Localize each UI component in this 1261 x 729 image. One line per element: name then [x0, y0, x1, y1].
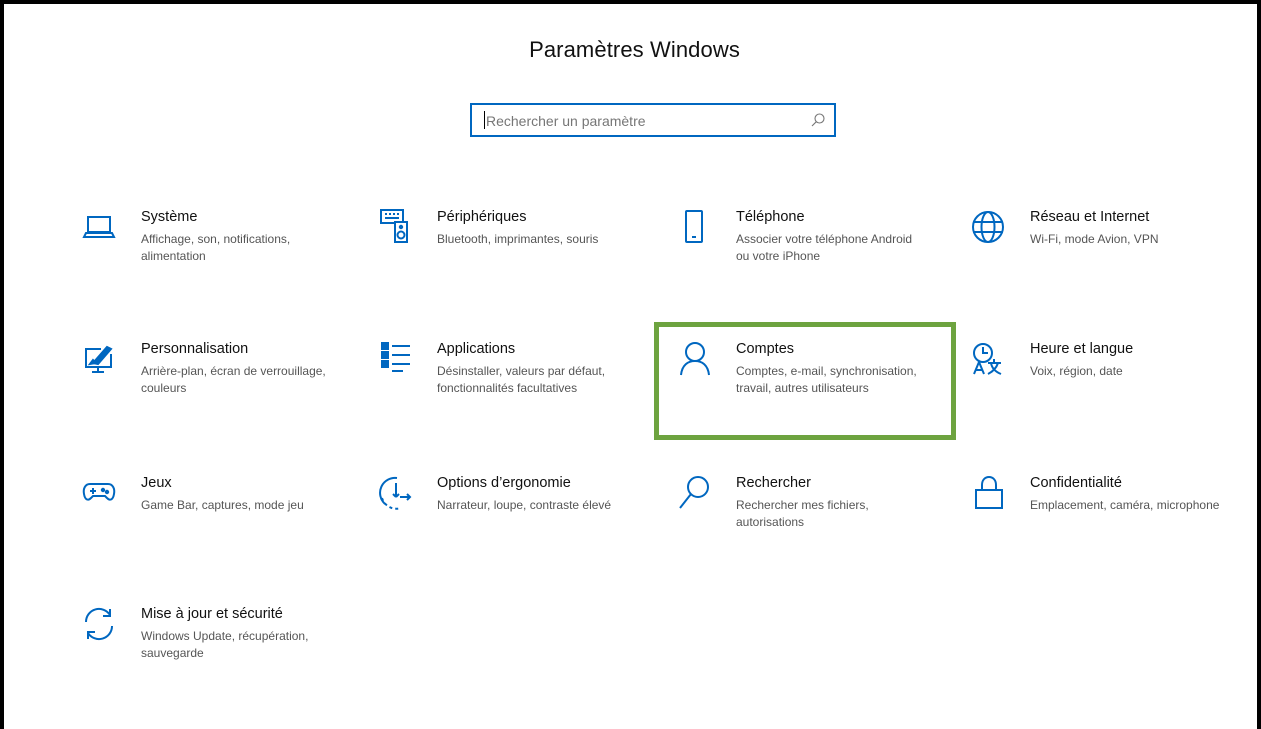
category-description: Narrateur, loupe, contraste élevé	[437, 498, 612, 512]
category-name: Rechercher	[736, 475, 811, 491]
search-placeholder: Rechercher un paramètre	[486, 113, 646, 129]
category-name: Système	[141, 209, 198, 225]
category-name: Téléphone	[736, 209, 805, 225]
ease-of-access-icon	[377, 475, 413, 511]
category-name: Heure et langue	[1030, 341, 1134, 357]
search-icon	[676, 475, 712, 511]
category-name: Personnalisation	[141, 341, 249, 357]
phone-icon	[676, 209, 712, 245]
page-title: Paramètres Windows	[529, 37, 740, 62]
gamepad-icon	[81, 475, 117, 511]
apps-list-icon	[377, 341, 413, 377]
laptop-icon	[81, 209, 117, 245]
keyboard-speaker-icon	[377, 209, 413, 245]
category-name: Applications	[437, 341, 516, 357]
text-caret	[484, 111, 485, 129]
category-name: Périphériques	[437, 209, 527, 225]
category-description: Emplacement, caméra, microphone	[1030, 498, 1220, 512]
category-description: Désinstaller, valeurs par défaut, foncti…	[437, 364, 606, 395]
category-name: Confidentialité	[1030, 475, 1122, 491]
category-name: Réseau et Internet	[1030, 209, 1150, 225]
search-icon[interactable]	[810, 112, 826, 128]
time-language-icon	[970, 341, 1006, 377]
category-description: Game Bar, captures, mode jeu	[141, 498, 304, 512]
lock-icon	[970, 475, 1006, 511]
category-description: Rechercher mes fichiers, autorisations	[736, 498, 869, 529]
category-description: Arrière-plan, écran de verrouillage, cou…	[141, 364, 326, 395]
category-description: Affichage, son, notifications, alimentat…	[141, 232, 291, 263]
paint-monitor-icon	[81, 341, 117, 377]
category-description: Voix, région, date	[1030, 364, 1123, 378]
update-sync-icon	[81, 606, 117, 642]
selection-highlight	[654, 322, 956, 440]
category-description: Bluetooth, imprimantes, souris	[437, 232, 599, 246]
category-description: Associer votre téléphone Android ou votr…	[736, 232, 913, 263]
category-name: Mise à jour et sécurité	[141, 606, 283, 622]
category-description: Wi-Fi, mode Avion, VPN	[1030, 232, 1159, 246]
category-name: Options d’ergonomie	[437, 475, 571, 491]
category-description: Windows Update, récupération, sauvegarde	[141, 629, 309, 660]
globe-icon	[970, 209, 1006, 245]
category-name: Jeux	[141, 475, 172, 491]
search-input[interactable]: Rechercher un paramètre	[470, 103, 836, 137]
settings-window: Paramètres Windows Rechercher un paramèt…	[0, 0, 1261, 729]
